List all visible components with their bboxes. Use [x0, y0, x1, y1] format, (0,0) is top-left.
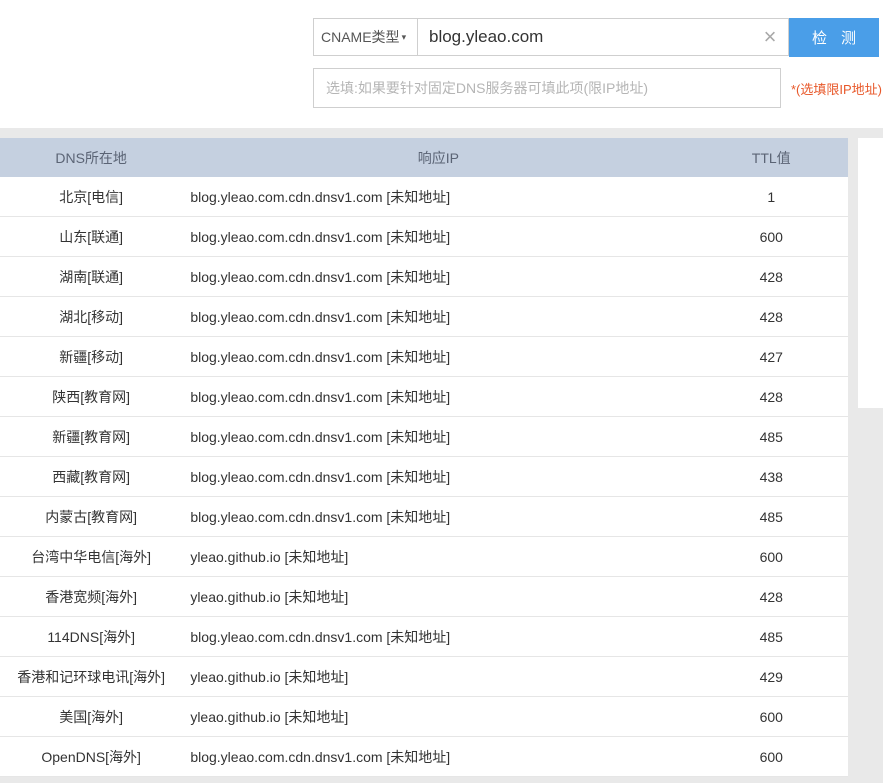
cell-ip: blog.yleao.com.cdn.dnsv1.com [未知地址]: [182, 296, 695, 337]
cell-ip: blog.yleao.com.cdn.dnsv1.com [未知地址]: [182, 496, 695, 537]
cell-ip: blog.yleao.com.cdn.dnsv1.com [未知地址]: [182, 456, 695, 497]
cell-ip: blog.yleao.com.cdn.dnsv1.com [未知地址]: [182, 736, 695, 777]
cell-location: 美国[海外]: [0, 696, 183, 737]
cell-ttl: 1: [694, 177, 848, 217]
cell-ip: blog.yleao.com.cdn.dnsv1.com [未知地址]: [182, 616, 695, 657]
cell-ip: blog.yleao.com.cdn.dnsv1.com [未知地址]: [182, 336, 695, 377]
results-table: DNS所在地 响应IP TTL值 北京[电信] blog.yleao.com.cd…: [0, 138, 848, 777]
cell-ip: yleao.github.io [未知地址]: [182, 576, 695, 617]
table-row: 西藏[教育网] blog.yleao.com.cdn.dnsv1.com [未知地…: [0, 456, 848, 497]
table-row: 114DNS[海外] blog.yleao.com.cdn.dnsv1.com […: [0, 616, 848, 657]
side-panel: [858, 138, 883, 408]
detect-button[interactable]: 检测: [789, 18, 879, 57]
cell-ttl: 600: [694, 736, 848, 777]
table-row: 台湾中华电信[海外] yleao.github.io [未知地址] 600: [0, 536, 848, 577]
cell-location: 新疆[教育网]: [0, 416, 183, 457]
cell-location: 山东[联通]: [0, 216, 183, 257]
chevron-down-icon: ▾: [401, 31, 407, 42]
cell-ttl: 428: [694, 376, 848, 417]
table-row: 湖北[移动] blog.yleao.com.cdn.dnsv1.com [未知地址…: [0, 296, 848, 337]
close-icon[interactable]: ×: [760, 26, 780, 48]
cell-ttl: 429: [694, 656, 848, 697]
cell-ttl: 428: [694, 296, 848, 337]
table-row: 内蒙古[教育网] blog.yleao.com.cdn.dnsv1.com [未知…: [0, 496, 848, 537]
cell-ttl: 428: [694, 256, 848, 297]
header-response-ip: 响应IP: [182, 138, 695, 177]
cell-ttl: 485: [694, 416, 848, 457]
record-type-label: CNAME类型: [321, 29, 400, 45]
table-body: 北京[电信] blog.yleao.com.cdn.dnsv1.com [未知地址…: [0, 177, 848, 777]
cell-location: 114DNS[海外]: [0, 616, 183, 657]
cell-ip: blog.yleao.com.cdn.dnsv1.com [未知地址]: [182, 216, 695, 257]
cell-ttl: 428: [694, 576, 848, 617]
header-dns-location: DNS所在地: [0, 138, 183, 177]
table-header-row: DNS所在地 响应IP TTL值: [0, 138, 848, 177]
cell-location: 西藏[教育网]: [0, 456, 183, 497]
cell-ttl: 600: [694, 696, 848, 737]
dns-server-input[interactable]: [313, 68, 781, 108]
record-type-select[interactable]: CNAME类型 ▾: [313, 18, 417, 56]
domain-input[interactable]: [417, 18, 789, 56]
table-row: 北京[电信] blog.yleao.com.cdn.dnsv1.com [未知地址…: [0, 177, 848, 217]
cell-ip: yleao.github.io [未知地址]: [182, 536, 695, 577]
header-ttl: TTL值: [694, 138, 848, 177]
cell-ip: yleao.github.io [未知地址]: [182, 656, 695, 697]
cell-location: 台湾中华电信[海外]: [0, 536, 183, 577]
table-row: 湖南[联通] blog.yleao.com.cdn.dnsv1.com [未知地址…: [0, 256, 848, 297]
cell-ttl: 600: [694, 216, 848, 257]
cell-location: 内蒙古[教育网]: [0, 496, 183, 537]
cell-location: 香港和记环球电讯[海外]: [0, 656, 183, 697]
cell-location: 湖北[移动]: [0, 296, 183, 337]
table-row: 美国[海外] yleao.github.io [未知地址] 600: [0, 696, 848, 737]
table-row: 香港宽频[海外] yleao.github.io [未知地址] 428: [0, 576, 848, 617]
cell-location: 湖南[联通]: [0, 256, 183, 297]
cell-ip: blog.yleao.com.cdn.dnsv1.com [未知地址]: [182, 177, 695, 217]
cell-ip: blog.yleao.com.cdn.dnsv1.com [未知地址]: [182, 256, 695, 297]
table-row: 新疆[移动] blog.yleao.com.cdn.dnsv1.com [未知地址…: [0, 336, 848, 377]
table-row: 香港和记环球电讯[海外] yleao.github.io [未知地址] 429: [0, 656, 848, 697]
cell-ttl: 427: [694, 336, 848, 377]
cell-ip: yleao.github.io [未知地址]: [182, 696, 695, 737]
cell-location: 北京[电信]: [0, 177, 183, 217]
cell-ttl: 600: [694, 536, 848, 577]
table-row: 山东[联通] blog.yleao.com.cdn.dnsv1.com [未知地址…: [0, 216, 848, 257]
cell-ip: blog.yleao.com.cdn.dnsv1.com [未知地址]: [182, 416, 695, 457]
cell-location: OpenDNS[海外]: [0, 736, 183, 777]
dns-server-hint: *(选填限IP地址): [791, 82, 883, 97]
table-row: OpenDNS[海外] blog.yleao.com.cdn.dnsv1.com …: [0, 736, 848, 777]
cell-ttl: 485: [694, 616, 848, 657]
cell-ttl: 438: [694, 456, 848, 497]
cell-ip: blog.yleao.com.cdn.dnsv1.com [未知地址]: [182, 376, 695, 417]
cell-ttl: 485: [694, 496, 848, 537]
table-row: 新疆[教育网] blog.yleao.com.cdn.dnsv1.com [未知地…: [0, 416, 848, 457]
cell-location: 香港宽频[海外]: [0, 576, 183, 617]
cell-location: 陕西[教育网]: [0, 376, 183, 417]
cell-location: 新疆[移动]: [0, 336, 183, 377]
table-row: 陕西[教育网] blog.yleao.com.cdn.dnsv1.com [未知地…: [0, 376, 848, 417]
